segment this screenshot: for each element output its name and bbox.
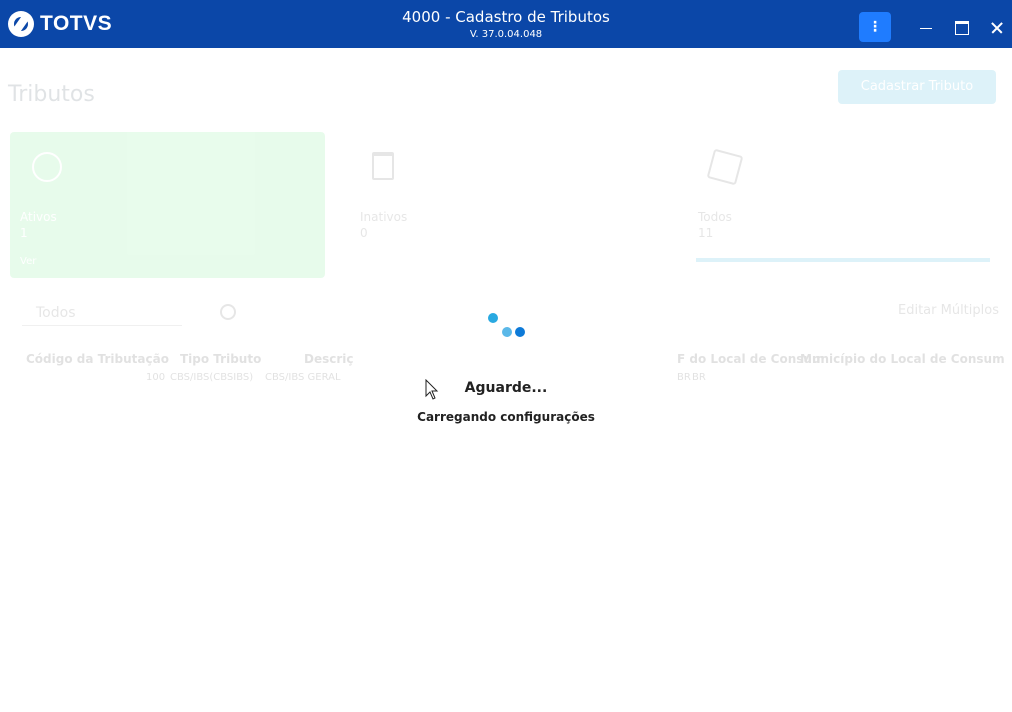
- card-all[interactable]: Todos 11: [688, 132, 998, 278]
- card-inactive[interactable]: Inativos 0: [350, 132, 665, 278]
- loading-spinner: [488, 313, 528, 339]
- card-all-count: 11: [698, 226, 714, 240]
- maximize-icon[interactable]: [950, 12, 974, 42]
- filter-select[interactable]: Todos: [22, 300, 182, 326]
- spinner-dot: [502, 327, 512, 337]
- card-inactive-label: Inativos: [360, 210, 408, 224]
- loader-message: Carregando configurações: [417, 410, 595, 424]
- edit-multiple-button[interactable]: Editar Múltiplos: [898, 303, 999, 318]
- add-tribute-button[interactable]: Cadastrar Tributo: [838, 70, 996, 104]
- page-title: Tributos: [8, 82, 95, 107]
- card-all-label: Todos: [698, 210, 732, 224]
- check-circle-icon: [32, 152, 62, 182]
- search-icon[interactable]: [220, 304, 236, 320]
- card-all-progress: [696, 258, 990, 262]
- spinner-dot: [515, 327, 525, 337]
- card-active[interactable]: Ativos 1 Ver: [10, 132, 325, 278]
- column-header[interactable]: Tipo Tributo: [180, 352, 261, 366]
- spinner-dot: [488, 313, 498, 323]
- loader-title: Aguarde...: [464, 380, 548, 396]
- kebab-menu-button[interactable]: ⋮: [859, 12, 891, 42]
- column-header[interactable]: Município do Local de Consum: [800, 352, 1005, 366]
- trash-icon: [372, 152, 394, 180]
- window-titlebar: TOTVS 4000 - Cadastro de Tributos V. 37.…: [0, 0, 1012, 48]
- column-header[interactable]: Descriç: [304, 352, 354, 366]
- cube-icon: [706, 148, 744, 186]
- card-inactive-count: 0: [360, 226, 368, 240]
- card-active-link[interactable]: Ver: [20, 256, 36, 267]
- column-header[interactable]: Código da Tributação: [26, 352, 169, 366]
- close-icon[interactable]: [985, 12, 1009, 42]
- card-active-label: Ativos: [20, 210, 57, 224]
- card-active-count: 1: [20, 226, 28, 240]
- minimize-icon[interactable]: [914, 12, 938, 42]
